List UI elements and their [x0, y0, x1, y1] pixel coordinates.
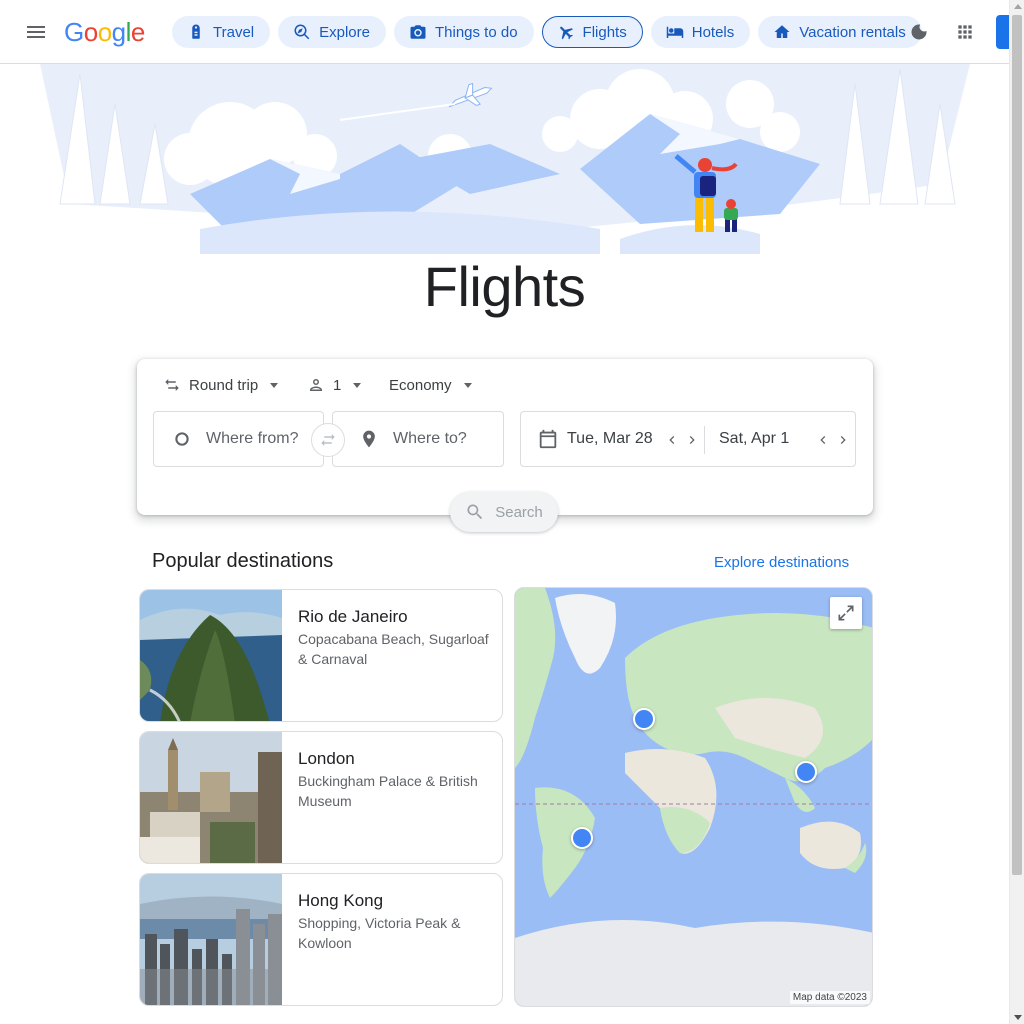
- scroll-down-arrow-icon[interactable]: [1014, 1015, 1022, 1020]
- tab-travel-label: Travel: [213, 23, 255, 41]
- chevron-left-icon: [669, 436, 675, 444]
- tab-things-to-do[interactable]: Things to do: [393, 16, 534, 48]
- destination-card-london[interactable]: London Buckingham Palace & British Museu…: [139, 731, 503, 864]
- travel-nav-chips: Travel Explore Things to do Flights Hote…: [172, 16, 922, 48]
- map-attribution: Map data ©2023: [789, 991, 870, 1004]
- airplane-icon: [559, 26, 573, 40]
- main-menu-button[interactable]: [16, 12, 56, 52]
- dark-theme-button[interactable]: [899, 12, 939, 52]
- where-to-field[interactable]: Where to?: [332, 411, 504, 467]
- travel-tag-icon: [192, 24, 200, 39]
- map-pin-london[interactable]: [633, 708, 655, 730]
- swap-arrows-icon: [165, 379, 179, 391]
- destination-description: Buckingham Palace & British Museum: [298, 773, 478, 809]
- swap-horizontal-icon: [321, 434, 335, 446]
- destination-description: Copacabana Beach, Sugarloaf & Carnaval: [298, 631, 489, 667]
- trip-type-select[interactable]: Round trip: [163, 371, 279, 399]
- destinations-map[interactable]: Map data ©2023: [514, 587, 873, 1007]
- expand-icon: [838, 605, 854, 621]
- departure-prev-day-button[interactable]: [662, 430, 682, 450]
- chevron-right-icon: [689, 436, 695, 444]
- tab-explore[interactable]: Explore: [278, 16, 386, 48]
- location-pin-icon: [363, 430, 375, 448]
- rio-de-janeiro-photo: [140, 590, 282, 721]
- search-icon: [467, 504, 483, 520]
- search-button[interactable]: Search: [450, 492, 558, 532]
- search-button-label: Search: [495, 503, 543, 521]
- chevron-right-icon: [840, 436, 846, 444]
- explore-icon: [294, 24, 310, 40]
- tab-flights[interactable]: Flights: [541, 16, 643, 48]
- calendar-icon: [539, 429, 557, 449]
- hong-kong-photo: [140, 874, 282, 1005]
- bed-icon: [666, 26, 683, 38]
- google-logo[interactable]: Google: [64, 17, 145, 48]
- swap-locations-button[interactable]: [311, 423, 345, 457]
- world-map-graphic: [515, 588, 872, 1006]
- return-next-day-button[interactable]: [833, 430, 853, 450]
- tab-vacation-rentals[interactable]: Vacation rentals: [758, 16, 922, 48]
- camera-icon: [410, 25, 426, 39]
- date-range-field[interactable]: Tue, Mar 28 Sat, Apr 1: [520, 411, 856, 467]
- sign-in-button[interactable]: [996, 15, 1010, 49]
- destination-name: London: [298, 749, 355, 768]
- popular-destinations-heading: Popular destinations: [152, 550, 334, 572]
- destination-card-rio[interactable]: Rio de Janeiro Copacabana Beach, Sugarlo…: [139, 589, 503, 722]
- passengers-select[interactable]: 1: [307, 371, 362, 399]
- tab-vacation-rentals-label: Vacation rentals: [799, 23, 906, 41]
- chevron-left-icon: [820, 436, 826, 444]
- departure-next-day-button[interactable]: [682, 430, 702, 450]
- where-to-placeholder: Where to?: [393, 430, 467, 447]
- page-scrollbar[interactable]: [1009, 0, 1024, 1024]
- london-photo: [140, 732, 282, 863]
- person-icon: [310, 379, 322, 391]
- hamburger-menu-icon: [27, 26, 45, 38]
- cabin-class-value: Economy: [389, 376, 452, 394]
- tab-explore-label: Explore: [319, 23, 370, 41]
- flight-search-form: Round trip 1 Economy Where from? Where t…: [137, 359, 873, 532]
- trip-type-value: Round trip: [189, 376, 259, 394]
- origin-circle-icon: [175, 432, 189, 446]
- explore-destinations-link[interactable]: Explore destinations: [714, 554, 849, 571]
- tab-things-to-do-label: Things to do: [434, 23, 518, 41]
- where-from-field[interactable]: Where from?: [153, 411, 324, 467]
- tab-travel[interactable]: Travel: [172, 16, 271, 48]
- map-fullscreen-button[interactable]: [830, 597, 862, 629]
- departure-date[interactable]: Tue, Mar 28: [567, 430, 653, 448]
- chevron-down-icon: [353, 382, 362, 388]
- destination-name: Hong Kong: [298, 891, 384, 910]
- date-divider: [704, 426, 705, 454]
- map-pin-hong-kong[interactable]: [795, 761, 817, 783]
- destination-card-hong-kong[interactable]: Hong Kong Shopping, Victoria Peak & Kowl…: [139, 873, 503, 1006]
- chevron-down-icon: [270, 382, 279, 388]
- passengers-value: 1: [333, 376, 342, 394]
- house-icon: [774, 25, 790, 38]
- tab-flights-label: Flights: [582, 23, 627, 41]
- scrollbar-thumb[interactable]: [1012, 15, 1022, 875]
- top-app-bar: Google Travel Explore Things to do Fligh…: [0, 0, 1010, 64]
- google-apps-button[interactable]: [945, 12, 985, 52]
- cabin-class-select[interactable]: Economy: [389, 371, 472, 399]
- chevron-down-icon: [463, 382, 472, 388]
- scroll-up-arrow-icon[interactable]: [1014, 4, 1022, 9]
- tab-hotels-label: Hotels: [691, 23, 735, 41]
- moon-icon: [911, 24, 927, 40]
- destination-name: Rio de Janeiro: [298, 607, 408, 626]
- tab-hotels[interactable]: Hotels: [650, 16, 751, 48]
- flights-hero-illustration: [40, 64, 970, 254]
- page-title: Flights: [423, 255, 586, 318]
- apps-grid-icon: [958, 25, 972, 39]
- return-date[interactable]: Sat, Apr 1: [719, 430, 789, 448]
- map-pin-rio-de-janeiro[interactable]: [571, 827, 593, 849]
- return-prev-day-button[interactable]: [813, 430, 833, 450]
- destination-description: Shopping, Victoria Peak & Kowloon: [298, 915, 461, 951]
- where-from-placeholder: Where from?: [206, 430, 299, 447]
